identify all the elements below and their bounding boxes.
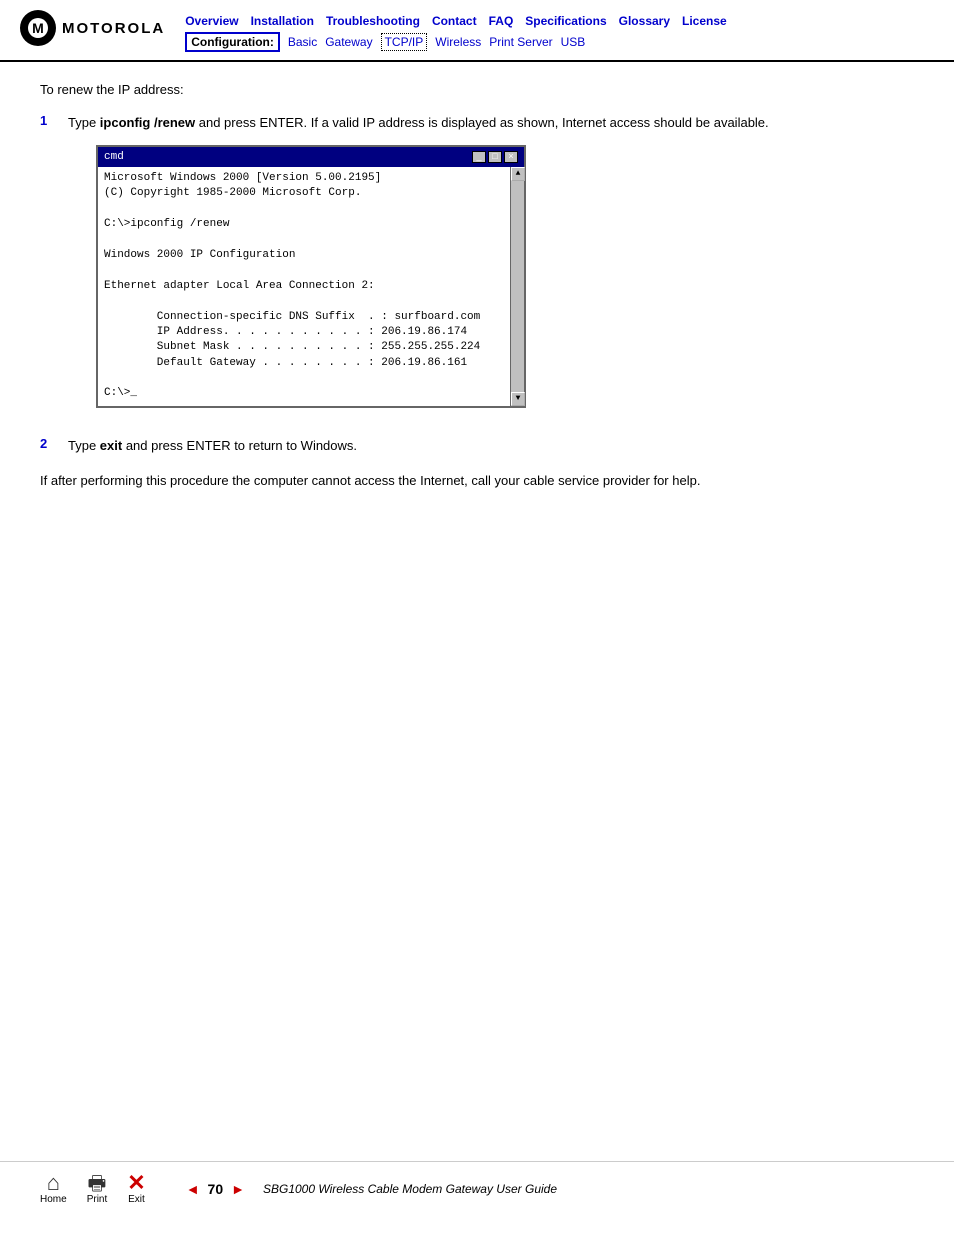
prev-page-button[interactable]: ◄ — [186, 1181, 200, 1197]
cmd-line-2 — [104, 202, 504, 217]
step-1-cmd: ipconfig /renew — [100, 115, 195, 130]
page-number: 70 — [208, 1181, 224, 1197]
cmd-window: cmd _ □ × Microsoft Windows 2000 [Versio… — [96, 145, 526, 408]
bottom-icons: ⌂ Home 🖶 Print ✕ Exit — [40, 1172, 146, 1205]
top-nav-row: Overview Installation Troubleshooting Co… — [185, 14, 727, 28]
exit-icon: ✕ — [127, 1172, 145, 1194]
config-nav-row: Configuration: Basic Gateway TCP/IP Wire… — [185, 32, 727, 52]
step-1-number: 1 — [40, 113, 60, 128]
exit-label: Exit — [128, 1194, 145, 1205]
cmd-title-buttons: _ □ × — [472, 151, 518, 163]
cmd-line-1: (C) Copyright 1985-2000 Microsoft Corp. — [104, 186, 504, 201]
cmd-line-6 — [104, 263, 504, 278]
intro-paragraph: To renew the IP address: — [40, 82, 914, 97]
cmd-line-9: Connection-specific DNS Suffix . : surfb… — [104, 310, 504, 325]
cmd-body: Microsoft Windows 2000 [Version 5.00.219… — [98, 167, 524, 406]
home-icon: ⌂ — [47, 1172, 60, 1194]
cmd-line-5: Windows 2000 IP Configuration — [104, 248, 504, 263]
step-1-text: Type ipconfig /renew and press ENTER. If… — [68, 113, 769, 420]
config-label: Configuration: — [185, 32, 280, 52]
svg-text:M: M — [32, 20, 44, 36]
nav-license[interactable]: License — [682, 14, 727, 28]
cmd-line-7: Ethernet adapter Local Area Connection 2… — [104, 279, 504, 294]
home-label: Home — [40, 1194, 67, 1205]
step-2-text-before: Type — [68, 438, 100, 453]
step-1-text-before: Type — [68, 115, 100, 130]
cmd-body-inner: Microsoft Windows 2000 [Version 5.00.219… — [104, 171, 518, 402]
cmd-line-12: Default Gateway . . . . . . . . : 206.19… — [104, 356, 504, 371]
cmd-line-11: Subnet Mask . . . . . . . . . . : 255.25… — [104, 340, 504, 355]
cmd-scroll-down-button[interactable]: ▼ — [511, 392, 525, 406]
print-button[interactable]: 🖶 Print — [87, 1174, 108, 1205]
cmd-line-10: IP Address. . . . . . . . . . . : 206.19… — [104, 325, 504, 340]
step-2: 2 Type exit and press ENTER to return to… — [40, 436, 914, 456]
cmd-line-13 — [104, 371, 504, 386]
print-icon: 🖶 — [88, 1174, 107, 1194]
footer-paragraph: If after performing this procedure the c… — [40, 471, 914, 491]
cmd-close-button[interactable]: × — [504, 151, 518, 163]
nav-specifications[interactable]: Specifications — [525, 14, 606, 28]
cmd-scroll-up-button[interactable]: ▲ — [511, 167, 525, 181]
exit-button[interactable]: ✕ Exit — [127, 1172, 145, 1205]
config-usb[interactable]: USB — [561, 35, 586, 49]
nav-glossary[interactable]: Glossary — [619, 14, 670, 28]
cmd-titlebar: cmd _ □ × — [98, 147, 524, 168]
cmd-line-4 — [104, 233, 504, 248]
nav-installation[interactable]: Installation — [251, 14, 314, 28]
cmd-line-8 — [104, 294, 504, 309]
nav-troubleshooting[interactable]: Troubleshooting — [326, 14, 420, 28]
logo-area: M MOTOROLA — [20, 10, 165, 46]
cmd-scrollbar[interactable]: ▲ ▼ — [510, 167, 524, 406]
config-print-server[interactable]: Print Server — [489, 35, 552, 49]
config-wireless[interactable]: Wireless — [435, 35, 481, 49]
navigation-area: Overview Installation Troubleshooting Co… — [185, 10, 727, 52]
step-2-number: 2 — [40, 436, 60, 451]
next-page-button[interactable]: ► — [231, 1181, 245, 1197]
step-2-cmd: exit — [100, 438, 122, 453]
bottom-navigation: ⌂ Home 🖶 Print ✕ Exit ◄ 70 ► SBG1000 Wir… — [0, 1161, 954, 1215]
nav-faq[interactable]: FAQ — [489, 14, 514, 28]
config-gateway[interactable]: Gateway — [325, 35, 372, 49]
cmd-line-3: C:\>ipconfig /renew — [104, 217, 504, 232]
step-1-text-after: and press ENTER. If a valid IP address i… — [195, 115, 769, 130]
motorola-wordmark: MOTOROLA — [62, 20, 165, 37]
nav-overview[interactable]: Overview — [185, 14, 238, 28]
step-1: 1 Type ipconfig /renew and press ENTER. … — [40, 113, 914, 420]
home-button[interactable]: ⌂ Home — [40, 1172, 67, 1205]
page-header: M MOTOROLA Overview Installation Trouble… — [0, 0, 954, 62]
config-tcpip[interactable]: TCP/IP — [381, 33, 428, 51]
motorola-logo-icon: M — [20, 10, 56, 46]
cmd-line-14: C:\>_ — [104, 386, 504, 401]
nav-contact[interactable]: Contact — [432, 14, 477, 28]
print-label: Print — [87, 1194, 108, 1205]
cmd-minimize-button[interactable]: _ — [472, 151, 486, 163]
cmd-maximize-button[interactable]: □ — [488, 151, 502, 163]
step-2-text-after: and press ENTER to return to Windows. — [122, 438, 357, 453]
page-navigation: ◄ 70 ► SBG1000 Wireless Cable Modem Gate… — [186, 1181, 557, 1197]
cmd-title: cmd — [104, 149, 124, 166]
step-2-text: Type exit and press ENTER to return to W… — [68, 436, 357, 456]
main-content: To renew the IP address: 1 Type ipconfig… — [0, 62, 954, 511]
guide-title: SBG1000 Wireless Cable Modem Gateway Use… — [263, 1182, 557, 1196]
config-basic[interactable]: Basic — [288, 35, 317, 49]
cmd-line-0: Microsoft Windows 2000 [Version 5.00.219… — [104, 171, 504, 186]
